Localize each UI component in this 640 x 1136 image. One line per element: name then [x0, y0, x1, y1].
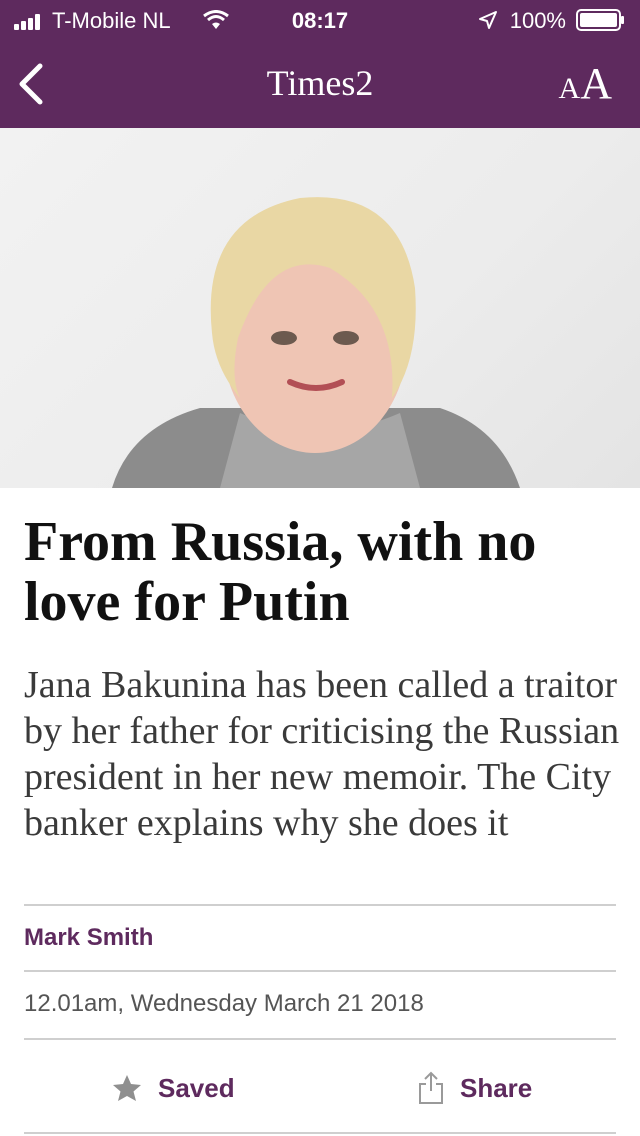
share-button[interactable]: Share: [418, 1068, 532, 1108]
font-size-small-glyph: A: [558, 72, 581, 105]
article-headline: From Russia, with no love for Putin: [24, 511, 537, 633]
save-button[interactable]: Saved: [112, 1068, 235, 1108]
divider: [24, 1132, 616, 1134]
divider: [24, 904, 616, 906]
portrait-photo: [112, 197, 520, 488]
navigation-bar: Times2 AA: [0, 40, 640, 128]
save-label: Saved: [158, 1072, 235, 1103]
star-icon: [113, 1075, 141, 1101]
divider: [24, 970, 616, 972]
publish-timestamp: 12.01am, Wednesday March 21 2018: [24, 990, 424, 1017]
author-link[interactable]: Mark Smith: [24, 924, 153, 952]
battery-percent: 100%: [509, 8, 566, 33]
font-size-large-glyph: A: [580, 59, 612, 108]
font-size-button[interactable]: AA: [559, 58, 612, 109]
section-title: Times2: [266, 63, 374, 103]
status-bar: T-Mobile NL 08:17 100%: [0, 0, 640, 40]
divider: [24, 1038, 616, 1040]
article-standfirst: Jana Bakunina has been called a traitor …: [24, 664, 620, 844]
location-icon: [479, 11, 497, 29]
share-label: Share: [460, 1072, 533, 1103]
battery-icon: [576, 9, 624, 31]
share-icon: [419, 1071, 443, 1104]
article-hero-image: [0, 128, 640, 488]
